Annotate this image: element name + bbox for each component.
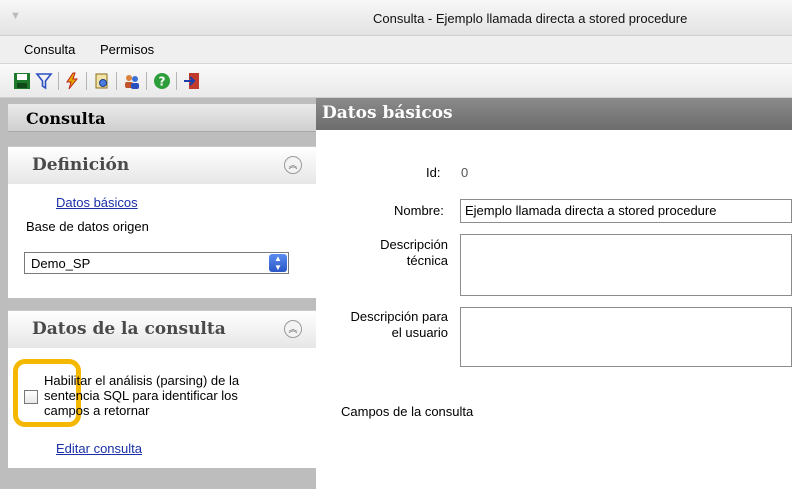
- filter-icon[interactable]: [34, 71, 54, 91]
- help-icon[interactable]: ?: [152, 71, 172, 91]
- desc-tecnica-textarea[interactable]: [460, 234, 792, 296]
- menu-permisos[interactable]: Permisos: [100, 42, 154, 57]
- campos-label: Campos de la consulta: [341, 404, 474, 419]
- parsing-checkbox[interactable]: [24, 390, 38, 404]
- window-title: Consulta - Ejemplo llamada directa a sto…: [373, 11, 688, 26]
- title-bar: ▼ Consulta - Ejemplo llamada directa a s…: [0, 0, 792, 36]
- window-system-icon[interactable]: ▼: [10, 10, 22, 22]
- collapse-icon[interactable]: ︽: [284, 156, 302, 174]
- collapse-icon[interactable]: ︽: [284, 320, 302, 338]
- lightning-icon[interactable]: [62, 71, 82, 91]
- db-origin-value: Demo_SP: [31, 256, 91, 271]
- db-origin-select[interactable]: Demo_SP ▲ ▼: [24, 252, 289, 274]
- section-datos-header[interactable]: Datos de la consulta ︽: [8, 310, 316, 348]
- id-value: 0: [461, 165, 469, 180]
- menu-bar: Consulta Permisos: [0, 36, 792, 64]
- right-panel-header: Datos básicos: [316, 98, 792, 130]
- nombre-value: Ejemplo llamada directa a stored procedu…: [465, 203, 717, 218]
- db-origin-label: Base de datos origen: [26, 219, 149, 234]
- left-panel-header: Consulta: [8, 104, 316, 132]
- document-search-icon[interactable]: [92, 71, 112, 91]
- menu-consulta[interactable]: Consulta: [24, 42, 75, 57]
- desc-usuario-label: Descripción para el usuario: [350, 309, 448, 340]
- exit-icon[interactable]: [182, 71, 202, 91]
- users-icon[interactable]: [122, 71, 142, 91]
- id-label: Id:: [426, 165, 441, 180]
- left-panel: Consulta Definición ︽ Datos de la consul…: [0, 98, 316, 489]
- desc-usuario-textarea[interactable]: [460, 307, 792, 367]
- svg-text:?: ?: [159, 75, 166, 89]
- section-definicion-title: Definición: [32, 155, 130, 175]
- section-definicion-body: [8, 184, 316, 298]
- editar-consulta-link[interactable]: Editar consulta: [56, 441, 142, 456]
- spin-arrows-icon[interactable]: ▲ ▼: [269, 254, 287, 272]
- left-panel-title: Consulta: [26, 109, 106, 128]
- parsing-checkbox-label: Habilitar el análisis (parsing) de la se…: [44, 373, 240, 418]
- desc-tecnica-label: Descripción técnica: [380, 237, 448, 268]
- right-panel-title: Datos básicos: [322, 103, 453, 123]
- nombre-input[interactable]: Ejemplo llamada directa a stored procedu…: [460, 199, 792, 223]
- toolbar: ?: [0, 64, 792, 98]
- section-datos-title: Datos de la consulta: [32, 319, 226, 339]
- datos-basicos-link[interactable]: Datos básicos: [56, 195, 138, 210]
- nombre-label: Nombre:: [394, 203, 444, 218]
- section-definicion-header[interactable]: Definición ︽: [8, 146, 316, 184]
- save-icon[interactable]: [12, 71, 32, 91]
